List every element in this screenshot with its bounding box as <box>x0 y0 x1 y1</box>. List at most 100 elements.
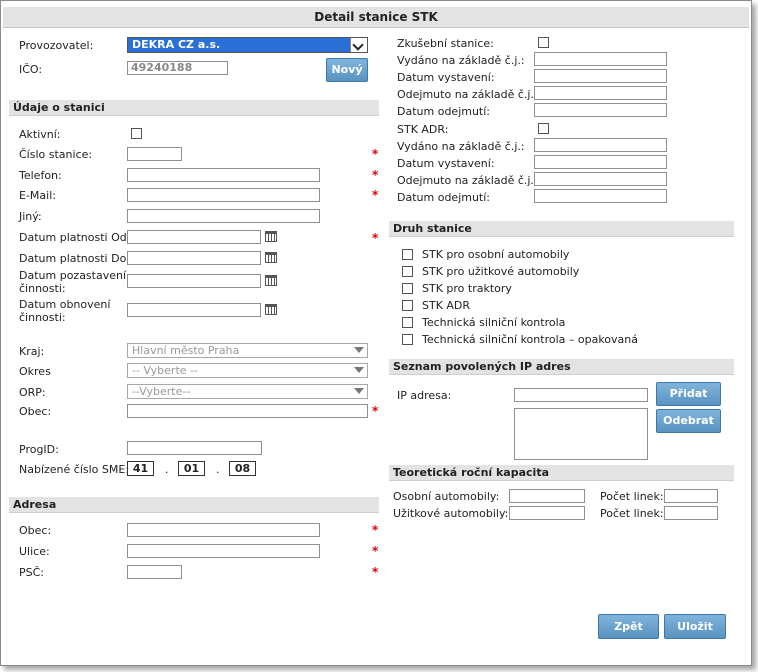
druh-checkbox-tsk-opak[interactable] <box>402 334 413 345</box>
zk-odejmuto-input[interactable] <box>534 86 667 100</box>
druh-label-adr: STK ADR <box>422 299 471 312</box>
adr-odejmuti-label: Datum odejmutí: <box>397 191 491 204</box>
zk-odejmuti-input[interactable] <box>534 103 667 117</box>
platnost-do-input[interactable] <box>127 251 261 265</box>
osobni-label: Osobní automobily: <box>393 490 500 503</box>
sme-label: Nabízené číslo SME: <box>19 463 130 476</box>
linek-input-2[interactable] <box>664 506 718 520</box>
okres-select[interactable]: -- Vyberte -- <box>127 363 368 378</box>
adr-odejmuti-input[interactable] <box>534 189 667 203</box>
jiny-input[interactable] <box>127 209 320 223</box>
linek-label-2: Počet linek: <box>600 507 664 520</box>
osobni-input[interactable] <box>509 489 585 503</box>
provozovatel-label: Provozovatel: <box>19 39 94 52</box>
druh-checkbox-tsk[interactable] <box>402 317 413 328</box>
dialog-title: Detail stanice STK <box>3 7 749 28</box>
druh-label-tsk: Technická silniční kontrola <box>422 316 566 329</box>
psc-label: PSČ: <box>19 566 45 579</box>
adr-vydano-label: Vydáno na základě č.j.: <box>397 140 525 153</box>
calendar-icon[interactable] <box>265 231 277 242</box>
sme-part1-input[interactable]: 41 <box>127 461 154 476</box>
zk-odejmuto-label: Odejmuto na základě č.j.: <box>397 88 538 101</box>
platnost-do-label: Datum platnosti Do: <box>19 252 131 265</box>
kraj-select[interactable]: Hlavní město Praha <box>127 343 368 358</box>
chevron-down-icon <box>350 38 367 52</box>
druh-label-tsk-opak: Technická silniční kontrola – opakovaná <box>422 333 638 346</box>
provozovatel-select[interactable]: DEKRA CZ a.s. <box>127 37 368 53</box>
adr-odejmuto-input[interactable] <box>534 172 667 186</box>
telefon-input[interactable] <box>127 168 320 182</box>
linek-label-1: Počet linek: <box>600 490 664 503</box>
adr-checkbox[interactable] <box>538 123 549 134</box>
telefon-label: Telefon: <box>19 169 62 182</box>
zk-odejmuti-label: Datum odejmutí: <box>397 105 491 118</box>
druh-checkbox-traktory[interactable] <box>402 283 413 294</box>
zk-vystaveni-input[interactable] <box>534 69 667 83</box>
uzitkove-label: Užitkové automobily: <box>393 507 509 520</box>
progid-label: ProgID: <box>19 443 59 456</box>
calendar-icon[interactable] <box>265 275 277 286</box>
pozastaveni-input[interactable] <box>127 274 261 288</box>
linek-input-1[interactable] <box>664 489 718 503</box>
required-star: * <box>372 231 379 245</box>
cislo-stanice-label: Číslo stanice: <box>19 148 93 161</box>
required-star: * <box>372 168 379 182</box>
ico-label: IČO: <box>19 63 43 76</box>
aktivni-label: Aktivní: <box>19 128 61 141</box>
section-adresa: Adresa <box>9 497 379 513</box>
ip-listbox[interactable] <box>514 408 648 460</box>
ip-label: IP adresa: <box>397 389 452 402</box>
new-button[interactable]: Nový <box>326 58 368 82</box>
save-button[interactable]: Uložit <box>664 614 726 639</box>
pozastaveni-label: Datum pozastavení <box>19 269 127 282</box>
ip-input[interactable] <box>514 388 648 402</box>
jiny-label: Jiný: <box>19 210 42 223</box>
orp-select[interactable]: --Vyberte-- <box>127 384 368 399</box>
adresa-obec-input[interactable] <box>127 523 320 537</box>
zkusebni-label: Zkušební stanice: <box>397 37 494 50</box>
obnoveni-input[interactable] <box>127 303 261 317</box>
provozovatel-value: DEKRA CZ a.s. <box>132 38 221 51</box>
platnost-od-label: Datum platnosti Od: <box>19 231 131 244</box>
druh-checkbox-adr[interactable] <box>402 300 413 311</box>
druh-checkbox-osobni[interactable] <box>402 249 413 260</box>
zk-vystaveni-label: Datum vystavení: <box>397 71 495 84</box>
ulice-input[interactable] <box>127 544 320 558</box>
platnost-od-input[interactable] <box>127 230 261 244</box>
zk-vydano-input[interactable] <box>534 52 667 66</box>
cislo-stanice-input[interactable] <box>127 147 182 161</box>
druh-label-traktory: STK pro traktory <box>422 282 512 295</box>
ico-input[interactable]: 49240188 <box>127 61 228 75</box>
okres-value: -- Vyberte -- <box>132 364 198 377</box>
calendar-icon[interactable] <box>265 252 277 263</box>
required-star: * <box>372 404 379 418</box>
obec-input[interactable] <box>127 404 368 418</box>
ulice-label: Ulice: <box>19 545 50 558</box>
druh-checkbox-uzitkove[interactable] <box>402 266 413 277</box>
email-label: E-Mail: <box>19 189 56 202</box>
sme-separator: . <box>216 463 220 476</box>
sme-part2-input[interactable]: 01 <box>178 461 205 476</box>
obnoveni-label: Datum obnovení <box>19 298 111 311</box>
section-udaje: Údaje o stanici <box>9 100 379 116</box>
obnoveni-label-2: činnosti: <box>19 311 66 324</box>
email-input[interactable] <box>127 188 320 202</box>
adr-vydano-input[interactable] <box>534 138 667 152</box>
sme-part3-input[interactable]: 08 <box>229 461 256 476</box>
aktivni-checkbox[interactable] <box>131 128 142 139</box>
progid-input[interactable] <box>127 441 262 455</box>
zkusebni-checkbox[interactable] <box>538 37 549 48</box>
adr-vystaveni-input[interactable] <box>534 155 667 169</box>
add-ip-button[interactable]: Přidat <box>656 382 721 406</box>
calendar-icon[interactable] <box>265 304 277 315</box>
section-druh: Druh stanice <box>389 221 734 237</box>
section-ip: Seznam povolených IP adres <box>389 359 734 375</box>
chevron-down-icon <box>354 347 364 353</box>
obec-label: Obec: <box>19 405 52 418</box>
back-button[interactable]: Zpět <box>598 614 659 639</box>
psc-input[interactable] <box>127 565 182 579</box>
required-star: * <box>372 544 379 558</box>
zk-vydano-label: Vydáno na základě č.j.: <box>397 54 525 67</box>
remove-ip-button[interactable]: Odebrat <box>656 409 721 433</box>
uzitkove-input[interactable] <box>509 506 585 520</box>
